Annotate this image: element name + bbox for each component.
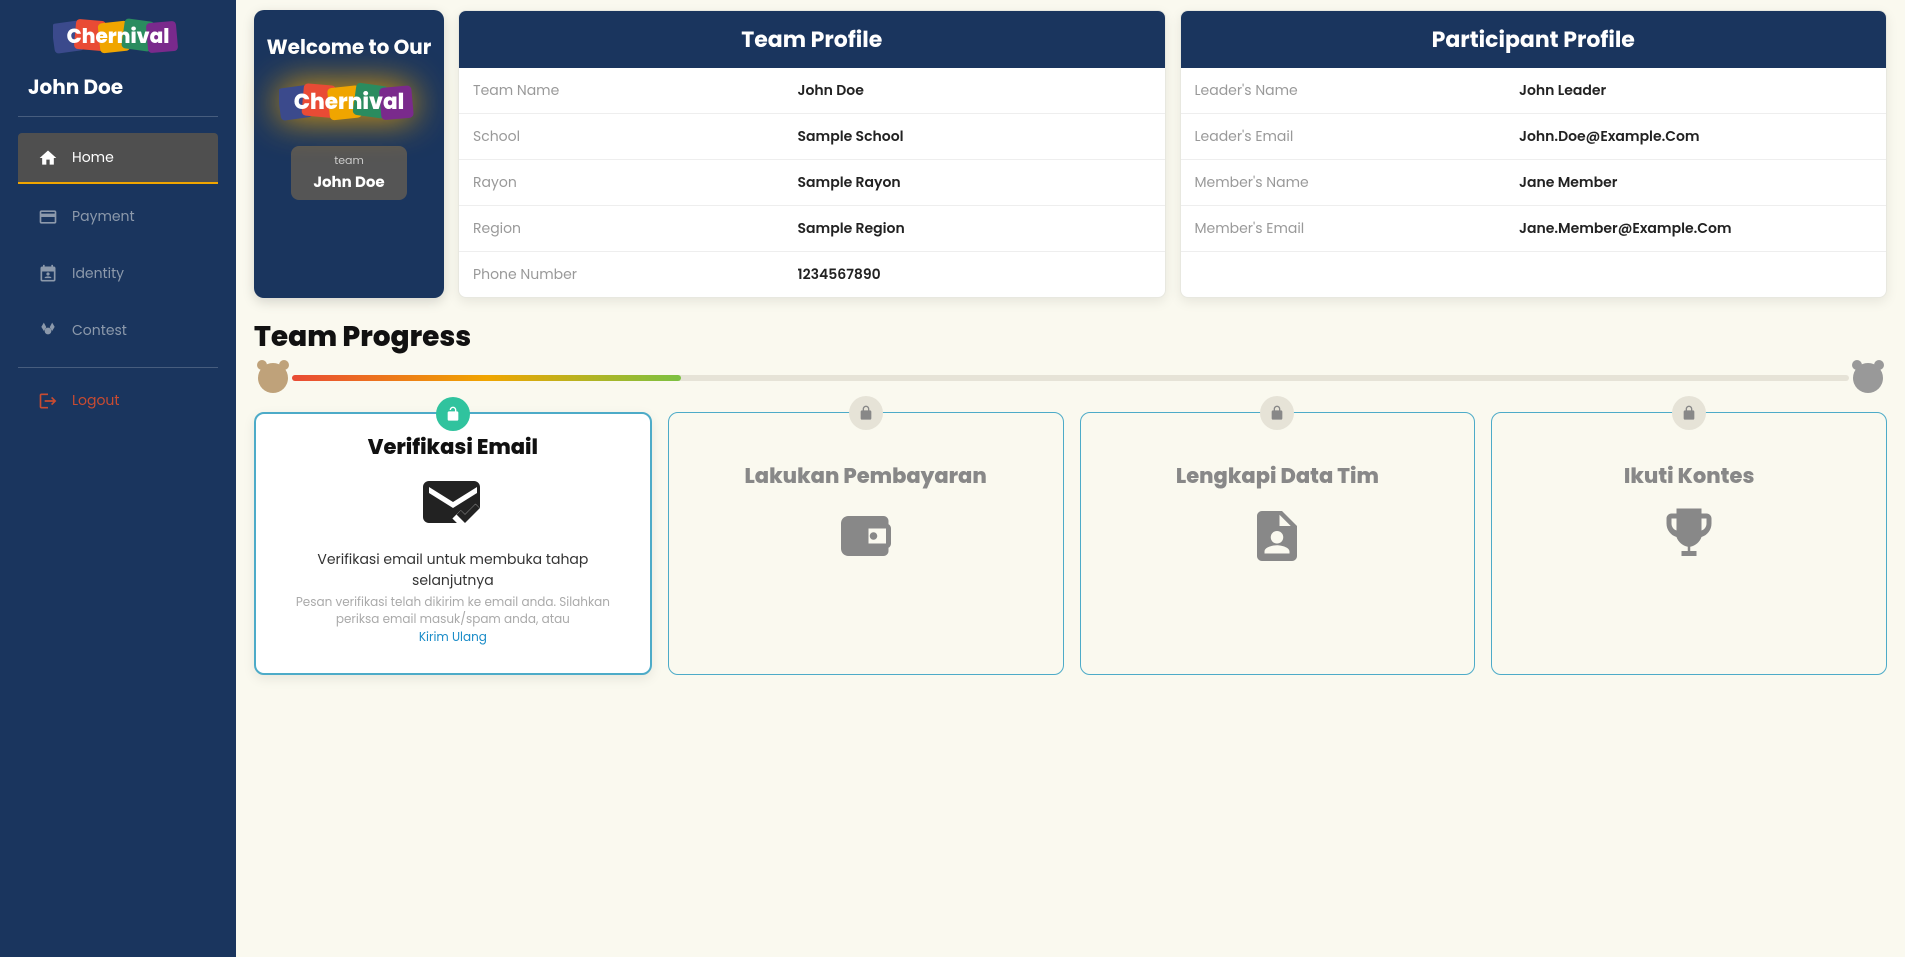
sidebar-item-contest[interactable]: Contest — [18, 306, 218, 355]
sidebar-item-home[interactable]: Home — [18, 133, 218, 184]
team-profile-card: Team Profile Team NameJohn Doe SchoolSam… — [458, 10, 1166, 298]
lock-badge — [849, 396, 883, 430]
email-check-icon — [417, 475, 489, 535]
home-icon — [38, 148, 58, 168]
lock-icon — [858, 405, 874, 421]
trophy-icon — [1653, 506, 1725, 566]
team-badge-label: team — [313, 152, 384, 169]
sidebar-item-payment[interactable]: Payment — [18, 192, 218, 241]
wallet-icon — [830, 506, 902, 566]
unlock-badge — [436, 397, 470, 431]
sidebar-item-identity[interactable]: Identity — [18, 249, 218, 298]
step-card-contest: Ikuti Kontes — [1491, 412, 1887, 675]
sidebar-item-logout[interactable]: Logout — [18, 376, 218, 425]
table-row: Member's NameJane Member — [1181, 160, 1887, 206]
divider — [18, 116, 218, 117]
mascot-start-icon — [258, 363, 288, 393]
divider — [18, 367, 218, 368]
step-card-payment: Lakukan Pembayaran — [668, 412, 1064, 675]
welcome-title: Welcome to Our — [266, 32, 432, 62]
table-row — [1181, 252, 1887, 298]
welcome-card: Welcome to Our Chernival team John Doe — [254, 10, 444, 298]
step-subtext: Pesan verifikasi telah dikirim ke email … — [276, 595, 630, 629]
sidebar-item-label: Home — [72, 147, 114, 168]
step-description: Verifikasi email untuk membuka tahap sel… — [276, 549, 630, 591]
lock-icon — [1681, 405, 1697, 421]
table-row: Leader's NameJohn Leader — [1181, 68, 1887, 114]
progress-fill — [292, 375, 681, 381]
progress-title: Team Progress — [254, 316, 1887, 358]
card-header: Participant Profile — [1181, 11, 1887, 68]
main-content: Welcome to Our Chernival team John Doe T… — [236, 0, 1905, 957]
unlock-icon — [445, 406, 461, 422]
progress-steps: Verifikasi Email Verifikasi email untuk … — [254, 412, 1887, 675]
mascot-end-icon — [1853, 363, 1883, 393]
sidebar-item-label: Contest — [72, 320, 127, 341]
step-title: Verifikasi Email — [276, 432, 630, 463]
table-row: Team NameJohn Doe — [459, 68, 1165, 114]
table-row: Phone Number1234567890 — [459, 252, 1165, 298]
participant-profile-table: Leader's NameJohn Leader Leader's EmailJ… — [1181, 68, 1887, 297]
sidebar-username: John Doe — [0, 66, 236, 112]
table-row: SchoolSample School — [459, 114, 1165, 160]
logout-icon — [38, 391, 58, 411]
table-row: Member's EmailJane.Member@Example.Com — [1181, 206, 1887, 252]
table-row: Leader's EmailJohn.Doe@Example.Com — [1181, 114, 1887, 160]
resend-link[interactable]: Kirim Ulang — [276, 629, 630, 647]
brand-logo: Chernival — [53, 16, 183, 56]
step-title: Lakukan Pembayaran — [689, 461, 1043, 492]
payment-icon — [38, 207, 58, 227]
profile-doc-icon — [1241, 506, 1313, 566]
identity-icon — [38, 264, 58, 284]
sidebar-item-label: Logout — [72, 390, 120, 411]
medal-icon — [38, 321, 58, 341]
welcome-brand-logo: Chernival — [279, 72, 419, 132]
svg-text:Chernival: Chernival — [67, 22, 170, 50]
progress-bar — [258, 362, 1883, 394]
step-title: Ikuti Kontes — [1512, 461, 1866, 492]
table-row: RayonSample Rayon — [459, 160, 1165, 206]
lock-icon — [1269, 405, 1285, 421]
step-title: Lengkapi Data Tim — [1101, 461, 1455, 492]
step-card-team-data: Lengkapi Data Tim — [1080, 412, 1476, 675]
sidebar-item-label: Identity — [72, 263, 124, 284]
progress-track — [292, 375, 1849, 381]
svg-text:Chernival: Chernival — [294, 87, 405, 118]
step-card-verify-email: Verifikasi Email Verifikasi email untuk … — [254, 412, 652, 675]
participant-profile-card: Participant Profile Leader's NameJohn Le… — [1180, 10, 1888, 298]
sidebar: Chernival John Doe Home Payment Identity… — [0, 0, 236, 957]
team-profile-table: Team NameJohn Doe SchoolSample School Ra… — [459, 68, 1165, 297]
lock-badge — [1672, 396, 1706, 430]
team-badge-name: John Doe — [313, 172, 384, 193]
sidebar-item-label: Payment — [72, 206, 135, 227]
lock-badge — [1260, 396, 1294, 430]
team-badge: team John Doe — [291, 146, 406, 200]
card-header: Team Profile — [459, 11, 1165, 68]
table-row: RegionSample Region — [459, 206, 1165, 252]
